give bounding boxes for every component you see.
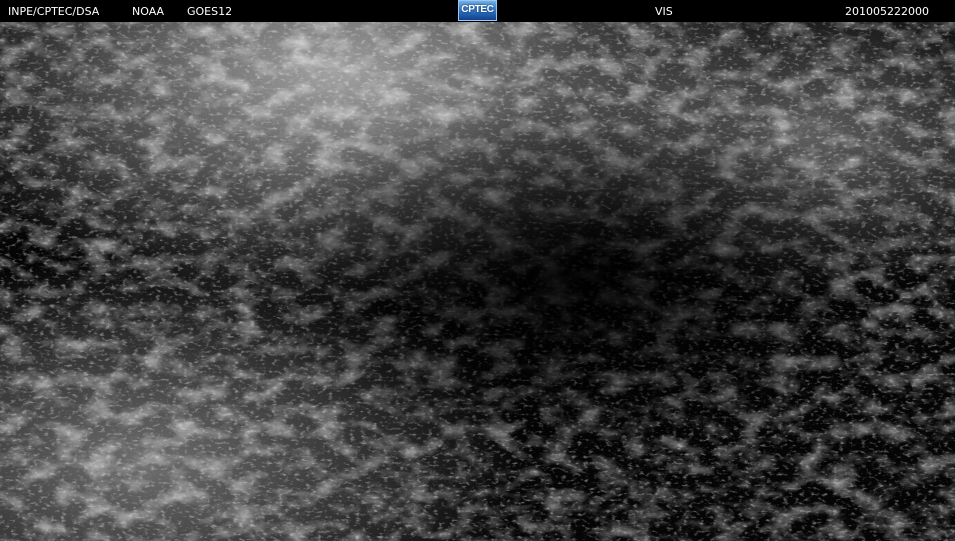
cloud-imagery	[0, 22, 955, 541]
satellite-label: GOES12	[187, 5, 233, 18]
satellite-image	[0, 22, 955, 541]
channel-label: VIS	[655, 5, 673, 18]
timestamp-label: 201005222000	[845, 5, 929, 18]
source-label: NOAA	[132, 5, 165, 18]
agency-label: INPE/CPTEC/DSA	[8, 5, 100, 18]
logo-text: CPTEC	[461, 4, 494, 15]
image-header-bar: INPE/CPTEC/DSA NOAA GOES12 CPTEC VIS 201…	[0, 0, 955, 22]
cptec-logo-icon: CPTEC	[458, 0, 497, 21]
